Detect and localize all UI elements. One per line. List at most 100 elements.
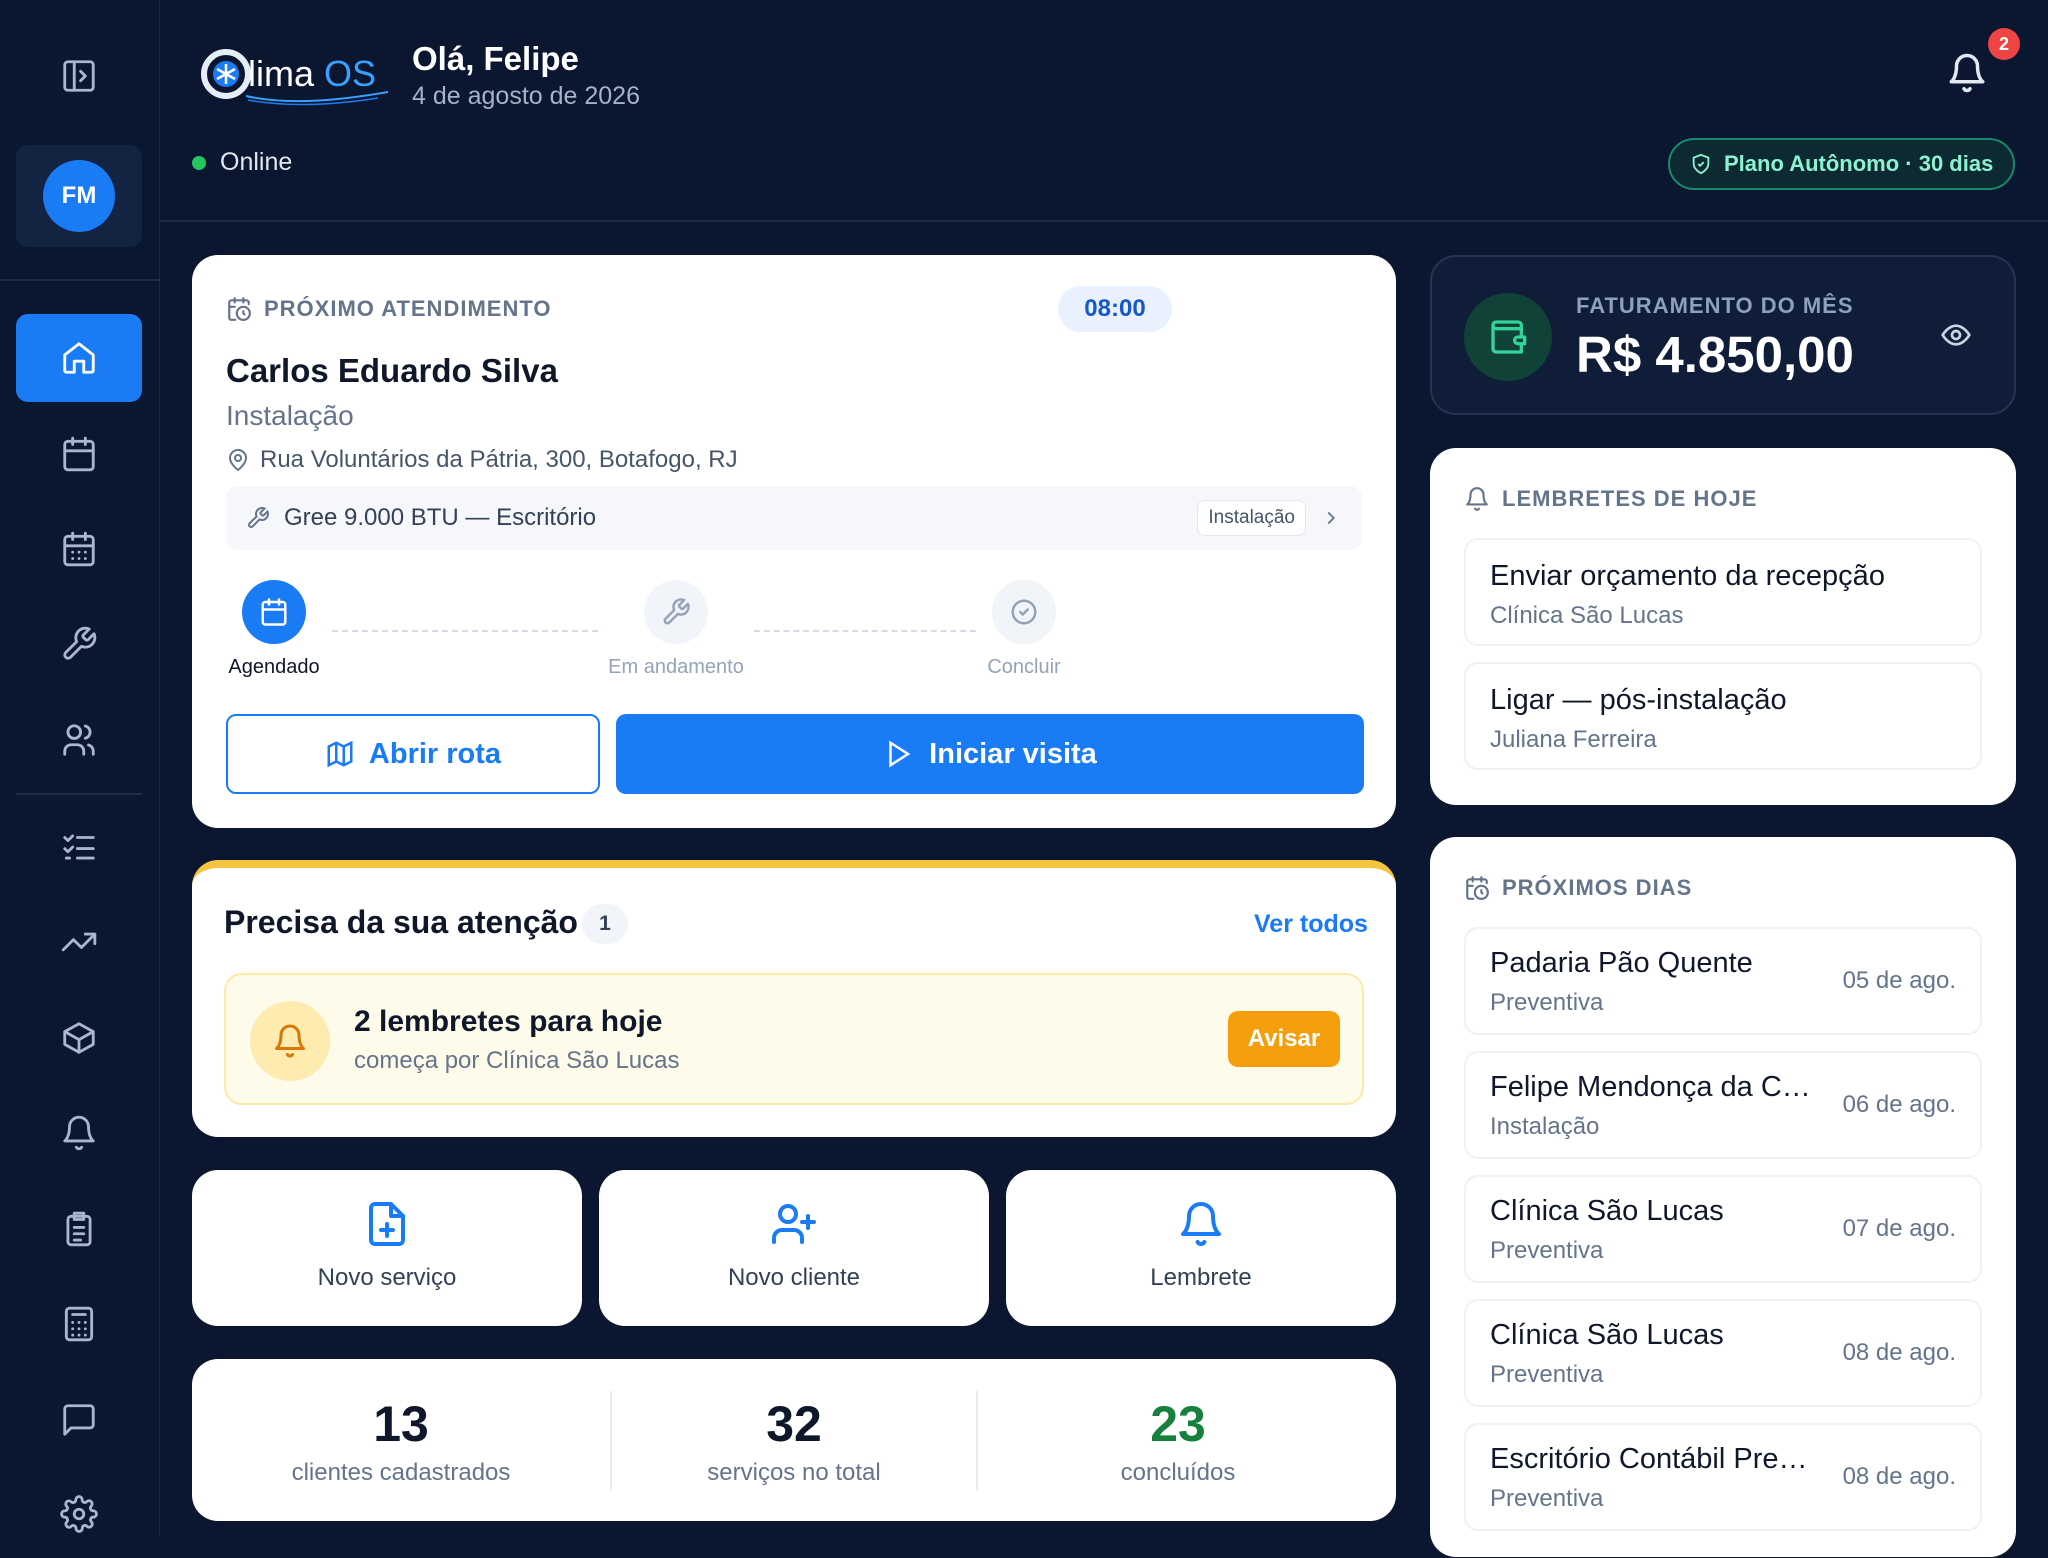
sidebar-item-calculator[interactable]	[16, 1280, 142, 1368]
sidebar-divider	[16, 793, 142, 795]
notify-button[interactable]: Avisar	[1228, 1011, 1340, 1067]
upcoming-item[interactable]: Clínica São Lucas Preventiva 08 de ago.	[1464, 1299, 1982, 1407]
new-service-button[interactable]: Novo serviço	[192, 1170, 582, 1326]
client-name: Carlos Eduardo Silva	[226, 352, 558, 389]
alert-bell	[250, 1001, 330, 1081]
upcoming-subtitle: Preventiva	[1490, 1485, 1604, 1512]
stat-value: 13	[373, 1396, 429, 1452]
address: Rua Voluntários da Pátria, 300, Botafogo…	[226, 446, 738, 474]
header: lima OS Olá, Felipe 4 de agosto de 2026 …	[160, 0, 2048, 222]
upcoming-item[interactable]: Escritório Contábil Prestes Preventiva 0…	[1464, 1423, 1982, 1531]
bell-icon	[60, 1114, 98, 1152]
sidebar-item-home[interactable]	[16, 314, 142, 402]
map-pin-icon	[226, 448, 250, 472]
step-connector	[754, 630, 976, 632]
user-plus-icon	[770, 1200, 818, 1248]
users-icon	[60, 721, 98, 759]
upcoming-item[interactable]: Padaria Pão Quente Preventiva 05 de ago.	[1464, 927, 1982, 1035]
stat-completed: 23 concluídos	[978, 1359, 1378, 1521]
upcoming-title: Felipe Mendonça da Costa	[1490, 1071, 1820, 1103]
upcoming-item[interactable]: Clínica São Lucas Preventiva 07 de ago.	[1464, 1175, 1982, 1283]
bell-icon	[1177, 1200, 1225, 1248]
sidebar-item-reports[interactable]	[16, 898, 142, 986]
reminder-button[interactable]: Lembrete	[1006, 1170, 1396, 1326]
sidebar-item-tasks[interactable]	[16, 803, 142, 891]
upcoming-date: 07 de ago.	[1842, 1215, 1956, 1242]
upcoming-title: Escritório Contábil Prestes	[1490, 1443, 1820, 1475]
sidebar-item-orders[interactable]	[16, 1185, 142, 1273]
user-avatar-button[interactable]: FM	[16, 145, 142, 247]
calendar-grid-icon	[60, 530, 98, 568]
upcoming-title: Clínica São Lucas	[1490, 1195, 1724, 1227]
upcoming-item[interactable]: Felipe Mendonça da Costa Instalação 06 d…	[1464, 1051, 1982, 1159]
wrench-icon	[661, 597, 691, 627]
reminder-label: Lembrete	[1150, 1264, 1252, 1291]
upcoming-date: 05 de ago.	[1842, 967, 1956, 994]
revenue-card: FATURAMENTO DO MÊS R$ 4.850,00	[1430, 255, 2016, 415]
upcoming-subtitle: Instalação	[1490, 1113, 1600, 1140]
new-client-label: Novo cliente	[727, 1264, 861, 1291]
sidebar-item-calendar[interactable]	[16, 410, 142, 498]
settings-icon	[60, 1495, 98, 1533]
reminder-alert[interactable]: 2 lembretes para hoje começa por Clínica…	[224, 973, 1364, 1105]
stats-card: 13 clientes cadastrados 32 serviços no t…	[192, 1359, 1396, 1521]
new-client-button[interactable]: Novo cliente	[599, 1170, 989, 1326]
upcoming-date: 06 de ago.	[1842, 1091, 1956, 1118]
calendar-clock-icon	[226, 296, 252, 322]
checklist-icon	[60, 828, 98, 866]
stat-value: 32	[766, 1396, 822, 1452]
start-visit-label: Iniciar visita	[929, 737, 1097, 770]
reminders-card: LEMBRETES DE HOJE Enviar orçamento da re…	[1430, 448, 2016, 805]
home-icon	[60, 339, 98, 377]
reminder-item[interactable]: Ligar — pós-instalação Juliana Ferreira	[1464, 662, 1982, 770]
open-route-label: Abrir rota	[368, 737, 502, 770]
sidebar-item-schedule[interactable]	[16, 505, 142, 593]
map-icon	[325, 739, 355, 769]
equipment-row[interactable]: Gree 9.000 BTU — Escritório Instalação	[226, 486, 1362, 550]
reminder-subtitle: Clínica São Lucas	[1490, 602, 1684, 629]
upcoming-title: Clínica São Lucas	[1490, 1319, 1724, 1351]
wrench-icon	[246, 506, 270, 530]
step-label-in-progress: Em andamento	[608, 656, 744, 678]
address-text: Rua Voluntários da Pátria, 300, Botafogo…	[260, 446, 738, 473]
svg-text:OS: OS	[324, 53, 376, 94]
stat-services: 32 serviços no total	[612, 1359, 976, 1521]
stat-clients: 13 clientes cadastrados	[192, 1359, 610, 1521]
sidebar-divider	[0, 279, 160, 281]
status-dot	[192, 155, 206, 170]
sidebar-item-services[interactable]	[16, 600, 142, 688]
sidebar-toggle-icon	[60, 57, 98, 95]
equipment-name: Gree 9.000 BTU — Escritório	[284, 504, 597, 531]
section-label: PRÓXIMO ATENDIMENTO	[264, 296, 552, 321]
avatar: FM	[43, 160, 115, 232]
sidebar-item-messages[interactable]	[16, 1376, 142, 1464]
sidebar-item-inventory[interactable]	[16, 994, 142, 1082]
open-route-button[interactable]: Abrir rota	[226, 714, 600, 794]
start-visit-button[interactable]: Iniciar visita	[616, 714, 1364, 794]
greeting: Olá, Felipe	[412, 40, 579, 77]
reminder-item[interactable]: Enviar orçamento da recepção Clínica São…	[1464, 538, 1982, 646]
see-all-link[interactable]: Ver todos	[1254, 910, 1368, 939]
reminder-title: Ligar — pós-instalação	[1490, 684, 1787, 716]
appointment-time: 08:00	[1058, 286, 1172, 332]
plan-label: Plano Autônomo · 30 dias	[1724, 151, 1994, 176]
package-icon	[60, 1019, 98, 1057]
sidebar-item-clients[interactable]	[16, 696, 142, 784]
message-icon	[60, 1401, 98, 1439]
sidebar-item-settings[interactable]	[16, 1470, 142, 1558]
notifications-button[interactable]	[1946, 52, 1994, 100]
bell-icon	[1946, 52, 1994, 94]
play-icon	[883, 739, 913, 769]
step-in-progress	[644, 580, 708, 644]
next-appointment-header: PRÓXIMO ATENDIMENTO	[226, 296, 552, 322]
alert-subtitle: começa por Clínica São Lucas	[354, 1047, 680, 1074]
sidebar-toggle-button[interactable]	[16, 32, 142, 120]
sidebar-item-reminders[interactable]	[16, 1089, 142, 1177]
plan-badge[interactable]: Plano Autônomo · 30 dias	[1668, 138, 2016, 190]
stat-label: serviços no total	[707, 1459, 881, 1486]
current-date: 4 de agosto de 2026	[412, 82, 640, 110]
reminder-subtitle: Juliana Ferreira	[1490, 726, 1657, 753]
toggle-visibility-button[interactable]	[1940, 319, 1972, 351]
reminders-header: LEMBRETES DE HOJE	[1464, 486, 1757, 512]
attention-title: Precisa da sua atenção	[224, 904, 578, 940]
